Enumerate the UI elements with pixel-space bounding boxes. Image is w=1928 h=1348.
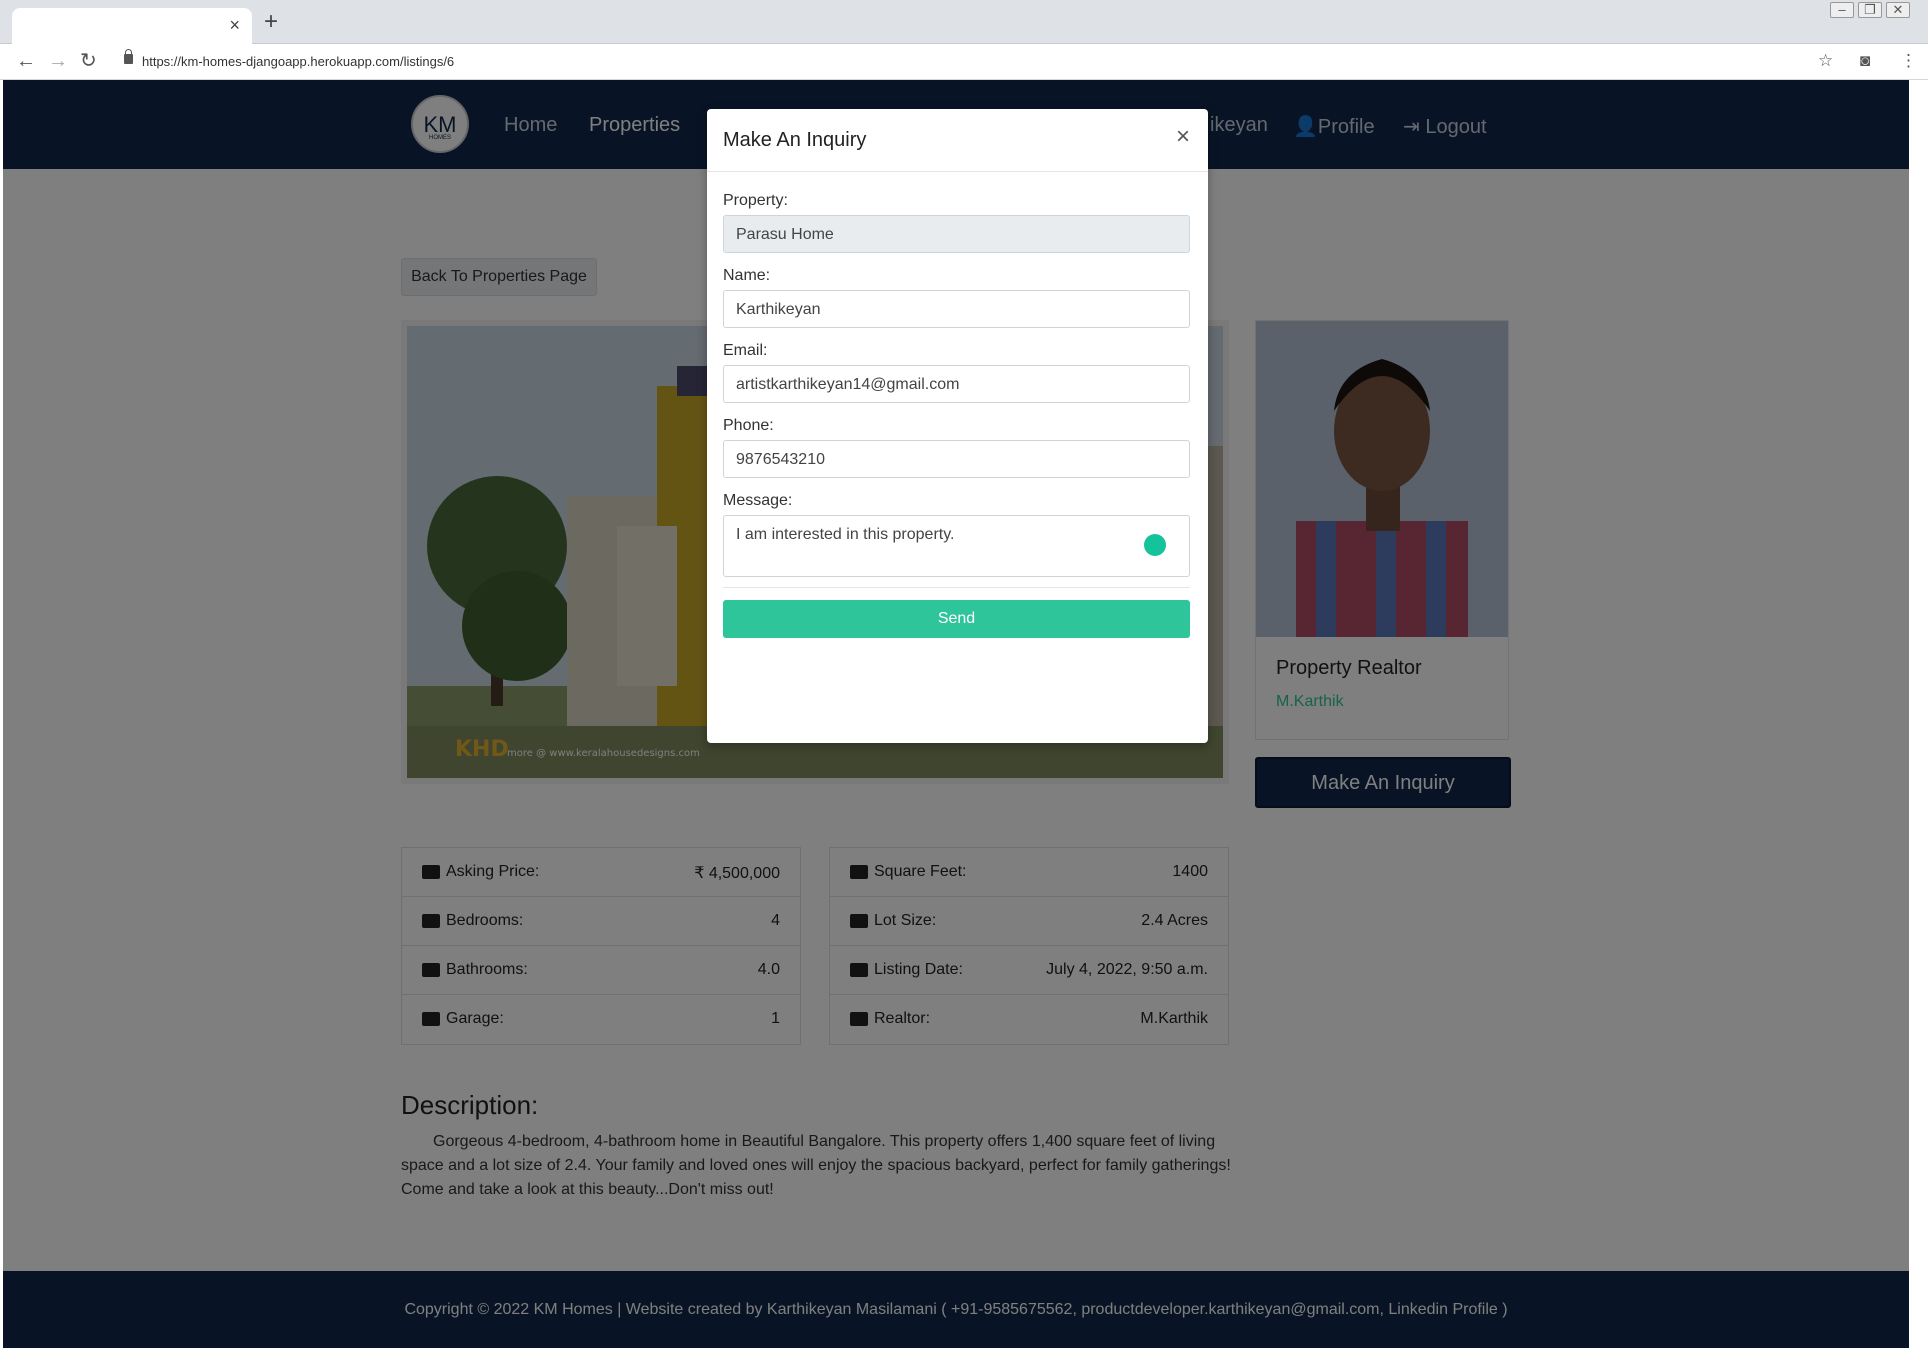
inquiry-modal: Make An Inquiry × Property: Parasu Home … [707,109,1208,743]
name-label: Name: [723,267,771,284]
menu-dots-icon[interactable]: ⋮ [1900,51,1917,71]
lock-icon [124,49,133,64]
email-field[interactable]: artistkarthikeyan14@gmail.com [723,365,1190,403]
browser-titlebar: × + – ❐ ✕ [0,0,1928,44]
camera-icon[interactable]: ◙ [1860,51,1870,71]
back-arrow-icon[interactable]: ← [16,50,36,72]
property-label: Property: [723,192,788,209]
browser-toolbar: ← → ↻ https://km-homes-djangoapp.herokua… [0,44,1928,80]
forward-arrow-icon[interactable]: → [48,50,68,72]
url-text: https://km-homes-djangoapp.herokuapp.com… [142,54,455,69]
message-label: Message: [723,492,793,509]
property-field[interactable]: Parasu Home [723,215,1190,253]
modal-header: Make An Inquiry × [707,109,1208,172]
phone-field[interactable]: 9876543210 [723,440,1190,478]
email-label: Email: [723,342,768,359]
form-divider [723,587,1190,588]
reload-icon[interactable]: ↻ [80,50,97,72]
modal-title: Make An Inquiry [723,129,867,151]
message-field[interactable]: I am interested in this property. [723,515,1190,577]
tab-close-icon[interactable]: × [229,16,240,34]
browser-tab[interactable]: × [12,8,252,44]
web-page: KM HOMES Home Properties ikeyan 👤Profile… [3,80,1909,1348]
phone-label: Phone: [723,417,774,434]
new-tab-icon[interactable]: + [264,10,278,34]
name-field[interactable]: Karthikeyan [723,290,1190,328]
address-bar[interactable]: https://km-homes-djangoapp.herokuapp.com… [110,48,1830,76]
grammarly-icon[interactable] [1144,534,1166,556]
send-button[interactable]: Send [723,600,1190,638]
minimize-icon[interactable]: – [1830,2,1854,18]
close-icon[interactable]: × [1176,125,1190,149]
restore-icon[interactable]: ❐ [1858,2,1882,18]
star-icon[interactable]: ☆ [1818,51,1833,71]
close-window-icon[interactable]: ✕ [1886,2,1910,18]
